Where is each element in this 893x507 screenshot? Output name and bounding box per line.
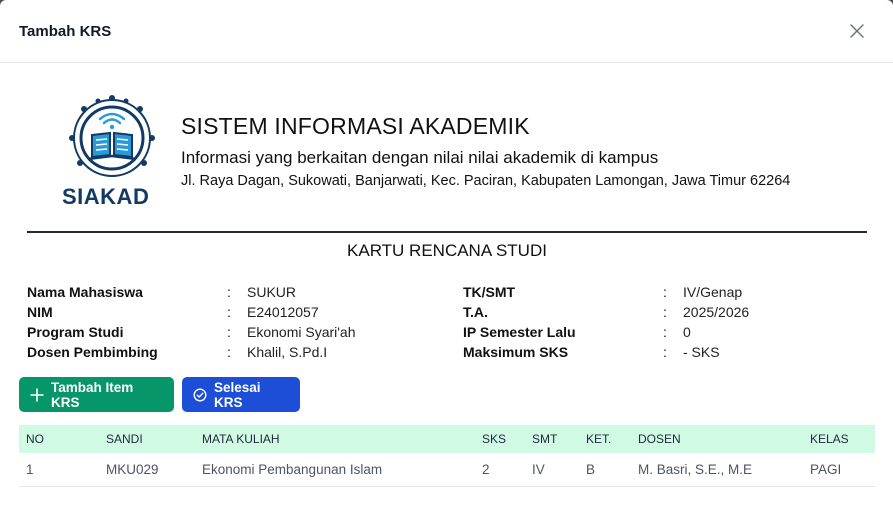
info-label: TK/SMT	[463, 284, 516, 300]
check-circle-icon	[193, 387, 207, 402]
info-label: Dosen Pembimbing	[27, 344, 158, 360]
info-label: Nama Mahasiswa	[27, 284, 143, 300]
info-separator: :	[663, 304, 667, 320]
table-row[interactable]: 1 MKU029 Ekonomi Pembangunan Islam 2 IV …	[19, 453, 875, 487]
info-value: Ekonomi Syari'ah	[247, 324, 356, 340]
info-row-nama: Nama Mahasiswa : SUKUR	[27, 282, 356, 302]
tambah-krs-modal: Tambah KRS SIAKAD SISTEM INFORMASI AKADE…	[0, 0, 893, 507]
logo-text: SIAKAD	[62, 184, 150, 209]
info-row-nim: NIM : E24012057	[27, 302, 356, 322]
student-info-left: Nama Mahasiswa : SUKUR NIM : E24012057 P…	[27, 282, 356, 362]
info-value: SUKUR	[247, 284, 297, 300]
column-header-ket[interactable]: KET.	[586, 432, 611, 446]
cell-dosen: M. Basri, S.E., M.E	[638, 462, 753, 477]
krs-table: NO SANDI MATA KULIAH SKS SMT KET. DOSEN …	[19, 425, 875, 487]
add-item-krs-label: Tambah Item KRS	[51, 379, 134, 410]
close-icon	[850, 24, 864, 38]
institution-title: SISTEM INFORMASI AKADEMIK	[181, 113, 530, 139]
document-title: KARTU RENCANA STUDI	[347, 241, 547, 260]
cell-sandi: MKU029	[106, 462, 159, 477]
letterhead: SIAKAD SISTEM INFORMASI AKADEMIK Informa…	[54, 93, 790, 223]
student-info-right: TK/SMT : IV/Genap T.A. : 2025/2026 IP Se…	[463, 282, 749, 362]
siakad-logo: SIAKAD	[54, 93, 170, 215]
column-header-mata-kuliah[interactable]: MATA KULIAH	[202, 432, 280, 446]
info-row-tk-smt: TK/SMT : IV/Genap	[463, 282, 749, 302]
column-header-sandi[interactable]: SANDI	[106, 432, 143, 446]
column-header-dosen[interactable]: DOSEN	[638, 432, 681, 446]
cell-no: 1	[26, 462, 34, 477]
info-label: IP Semester Lalu	[463, 324, 576, 340]
column-header-smt[interactable]: SMT	[532, 432, 557, 446]
plus-icon	[30, 387, 44, 402]
cell-smt: IV	[532, 462, 545, 477]
table-header: NO SANDI MATA KULIAH SKS SMT KET. DOSEN …	[19, 425, 875, 453]
close-button[interactable]	[847, 21, 867, 41]
modal-title: Tambah KRS	[19, 22, 112, 40]
cell-kelas: PAGI	[810, 462, 842, 477]
info-separator: :	[227, 284, 231, 300]
modal-header: Tambah KRS	[0, 0, 893, 63]
info-separator: :	[663, 324, 667, 340]
letterhead-divider	[27, 231, 867, 233]
info-value: Khalil, S.Pd.I	[247, 344, 328, 360]
letterhead-text: SISTEM INFORMASI AKADEMIK Informasi yang…	[181, 113, 790, 189]
info-separator: :	[227, 324, 231, 340]
finish-krs-label: Selesai KRS	[214, 379, 261, 410]
info-row-ta: T.A. : 2025/2026	[463, 302, 749, 322]
info-separator: :	[227, 304, 231, 320]
column-header-no[interactable]: NO	[26, 432, 44, 446]
info-value: 0	[683, 324, 691, 340]
info-row-prodi: Program Studi : Ekonomi Syari'ah	[27, 322, 356, 342]
info-row-max-sks: Maksimum SKS : - SKS	[463, 342, 749, 362]
info-separator: :	[227, 344, 231, 360]
finish-krs-button[interactable]: Selesai KRS	[182, 377, 300, 412]
add-item-krs-button[interactable]: Tambah Item KRS	[19, 377, 174, 412]
info-label: Program Studi	[27, 324, 124, 340]
info-value: E24012057	[247, 304, 319, 320]
info-value: - SKS	[683, 344, 720, 360]
info-separator: :	[663, 284, 667, 300]
info-separator: :	[663, 344, 667, 360]
cell-mata-kuliah: Ekonomi Pembangunan Islam	[202, 462, 383, 477]
info-label: NIM	[27, 304, 53, 320]
cell-sks: 2	[482, 462, 490, 477]
column-header-sks[interactable]: SKS	[482, 432, 506, 446]
institution-subtitle: Informasi yang berkaitan dengan nilai ni…	[181, 148, 659, 167]
info-value: 2025/2026	[683, 304, 750, 320]
institution-address: Jl. Raya Dagan, Sukowati, Banjarwati, Ke…	[181, 173, 791, 189]
info-value: IV/Genap	[683, 284, 743, 300]
info-label: Maksimum SKS	[463, 344, 569, 360]
column-header-kelas[interactable]: KELAS	[810, 432, 849, 446]
info-label: T.A.	[463, 304, 488, 320]
cell-ket: B	[586, 462, 596, 477]
info-row-ip: IP Semester Lalu : 0	[463, 322, 749, 342]
info-row-dosen-pembimbing: Dosen Pembimbing : Khalil, S.Pd.I	[27, 342, 356, 362]
